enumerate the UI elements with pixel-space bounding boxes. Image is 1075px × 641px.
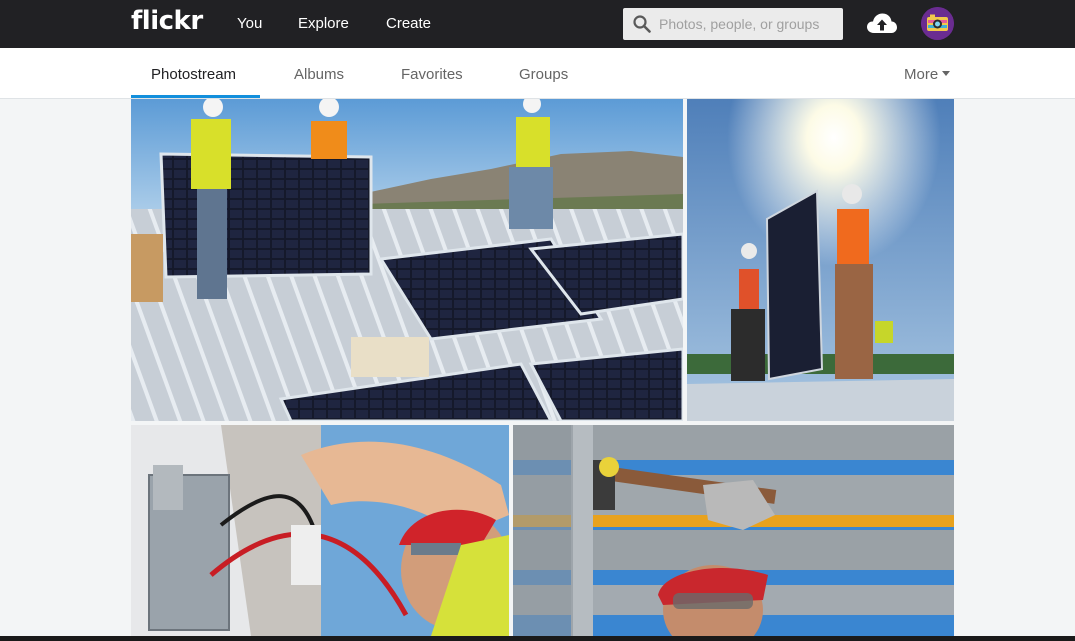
electrical-wiring-photo — [131, 425, 509, 636]
tab-photostream[interactable]: Photostream — [151, 66, 236, 83]
nav-create[interactable]: Create — [386, 15, 431, 32]
chevron-down-icon — [942, 71, 951, 76]
photo-tile[interactable] — [687, 99, 954, 421]
camera-avatar-icon — [921, 7, 954, 40]
search-box[interactable] — [623, 8, 843, 40]
nav-you[interactable]: You — [237, 15, 262, 32]
tab-albums[interactable]: Albums — [294, 66, 344, 83]
flickr-logo[interactable]: flickr — [131, 6, 203, 36]
more-label: More — [904, 66, 939, 83]
profile-subnav: Photostream Albums Favorites Groups More — [0, 48, 1075, 99]
tab-groups[interactable]: Groups — [519, 66, 568, 83]
solar-panel-sun-photo — [687, 99, 954, 421]
more-menu[interactable]: More — [904, 66, 951, 83]
hammer-rail-photo — [513, 425, 954, 636]
search-input[interactable] — [659, 8, 839, 40]
solar-crew-roof-photo — [131, 99, 683, 421]
photo-tile[interactable] — [131, 99, 683, 421]
search-icon[interactable] — [633, 15, 651, 33]
nav-explore[interactable]: Explore — [298, 15, 349, 32]
photo-tile[interactable] — [131, 425, 509, 636]
cloud-upload-icon[interactable] — [866, 11, 898, 37]
active-tab-indicator — [131, 95, 260, 98]
window-bottom-edge — [0, 636, 1075, 641]
tab-favorites[interactable]: Favorites — [401, 66, 463, 83]
top-navigation-bar: flickr You Explore Create — [0, 0, 1075, 48]
photo-tile[interactable] — [513, 425, 954, 636]
avatar[interactable] — [921, 7, 954, 40]
